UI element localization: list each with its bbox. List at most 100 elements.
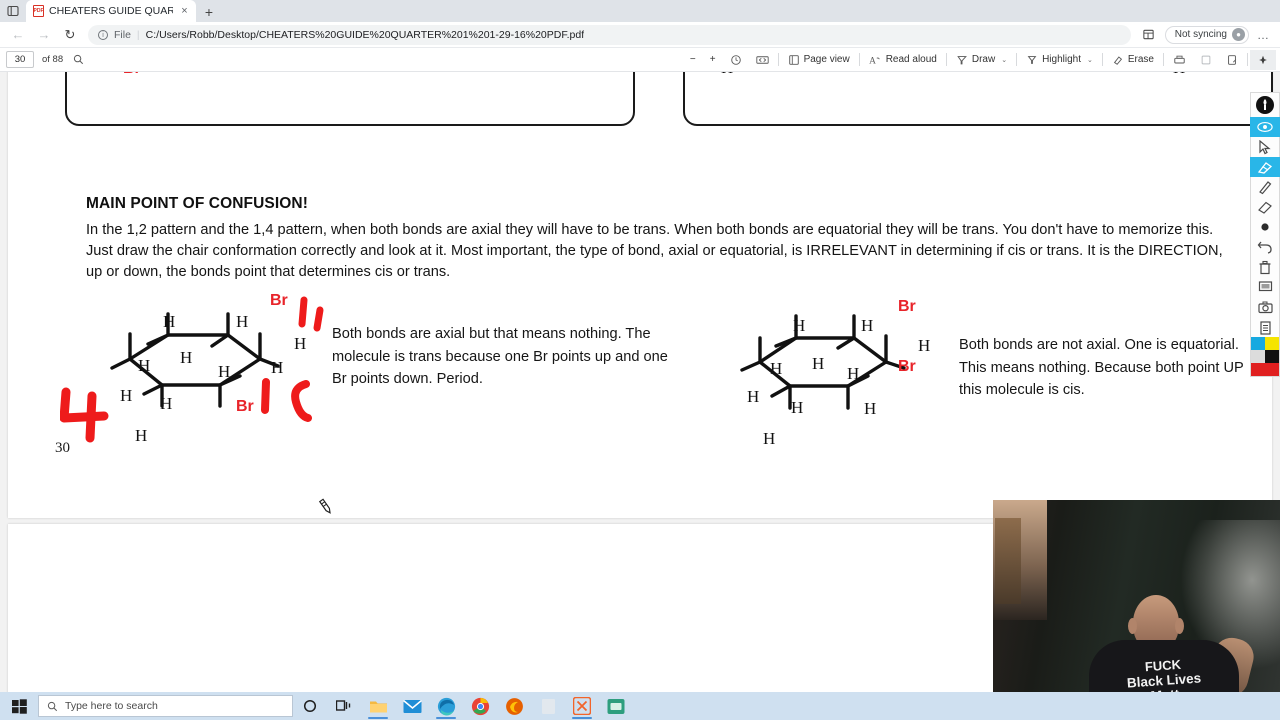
swatch-white[interactable]: [1251, 350, 1265, 363]
fit-width-icon[interactable]: [749, 50, 776, 70]
url-text: C:/Users/Robb/Desktop/CHEATERS%20GUIDE%2…: [145, 28, 585, 41]
swatch-yellow[interactable]: [1265, 337, 1279, 350]
toolbar-divider: [1247, 53, 1248, 66]
swatch-red[interactable]: [1251, 363, 1265, 376]
toolbar-divider: [777, 53, 779, 66]
epic-pen-logo[interactable]: [1250, 93, 1280, 117]
scheme-label: File: [114, 28, 131, 41]
whiteboard-icon[interactable]: [1250, 277, 1280, 297]
chem-box-right: H H H H H H Br tied for middle stability: [683, 72, 1273, 126]
swatch-black[interactable]: [1265, 350, 1279, 363]
atom-label-h: H: [271, 358, 284, 377]
new-tab-button[interactable]: +: [196, 4, 222, 22]
webcam-person-ear-left: [1128, 618, 1137, 634]
zoom-in-button[interactable]: +: [703, 50, 723, 70]
atom-label-h: H: [721, 72, 733, 78]
taskbar-app-mail[interactable]: [395, 692, 429, 720]
taskbar-app-recorder[interactable]: [599, 692, 633, 720]
address-bar[interactable]: i File | C:/Users/Robb/Desktop/CHEATERS%…: [88, 24, 1131, 45]
omnibox-separator: |: [136, 28, 140, 41]
profile-button[interactable]: Not syncing ●: [1164, 25, 1249, 44]
collections-icon[interactable]: [1137, 24, 1161, 46]
atom-label-h: H: [763, 429, 776, 448]
rotate-icon[interactable]: [723, 50, 749, 70]
app-running-indicator: [436, 717, 456, 719]
color-swatches[interactable]: [1251, 337, 1279, 376]
back-button[interactable]: ←: [6, 24, 30, 46]
swatch-cyan[interactable]: [1251, 337, 1265, 350]
erase-button[interactable]: Erase: [1105, 50, 1161, 70]
sync-status-label: Not syncing: [1174, 29, 1227, 40]
toolbar-divider: [1163, 53, 1164, 66]
navbar-right-controls: Not syncing ● …: [1137, 24, 1274, 46]
print-icon[interactable]: [1166, 50, 1193, 70]
atom-label-br-right: Br: [898, 358, 916, 375]
task-view-icon[interactable]: [327, 692, 361, 720]
windows-start-icon[interactable]: [0, 692, 38, 720]
read-aloud-button[interactable]: A Read aloud: [862, 50, 944, 70]
pin-icon[interactable]: [1250, 49, 1276, 70]
browser-tabstrip: PDF CHEATERS GUIDE QUARTER 1 × +: [0, 0, 1280, 22]
tab-search-icon[interactable]: [0, 0, 26, 22]
trash-icon[interactable]: [1250, 257, 1280, 277]
zoom-out-button[interactable]: −: [683, 50, 703, 70]
atom-label-h: H: [294, 334, 307, 353]
cortana-icon[interactable]: [293, 692, 327, 720]
atom-label-h: H: [135, 426, 148, 445]
atom-label-br-top: Br: [898, 298, 916, 315]
highlight-button[interactable]: Highlight ⌄: [1019, 50, 1100, 70]
taskbar-app-store[interactable]: [531, 692, 565, 720]
page-view-button[interactable]: Page view: [781, 50, 857, 70]
atom-label-h: H: [236, 312, 249, 331]
site-info-icon[interactable]: i: [98, 29, 108, 40]
webcam-overlay[interactable]: FUCK Black Lives Matt: [993, 500, 1280, 692]
reload-button[interactable]: ↻: [58, 24, 82, 46]
eraser-icon[interactable]: [1250, 197, 1280, 217]
avatar: ●: [1232, 28, 1245, 41]
atom-label-h: H: [847, 364, 860, 383]
atom-label-h: H: [791, 398, 804, 417]
atom-label-h: H: [163, 312, 176, 331]
browser-menu-button[interactable]: …: [1253, 28, 1274, 42]
atom-label-h: H: [160, 394, 173, 413]
atom-label-h: H: [180, 348, 193, 367]
page-number-input[interactable]: 30: [6, 51, 34, 68]
search-icon: [47, 701, 58, 711]
visibility-icon[interactable]: [1250, 117, 1280, 137]
tab-close-icon[interactable]: ×: [178, 5, 191, 17]
main-point-paragraph: In the 1,2 pattern and the 1,4 pattern, …: [86, 222, 1223, 281]
screenshot-icon[interactable]: [1250, 297, 1280, 317]
taskbar-app-edge[interactable]: [429, 692, 463, 720]
taskbar-app-firefox[interactable]: [497, 692, 531, 720]
chevron-down-icon[interactable]: ⌄: [1087, 56, 1093, 64]
draw-button[interactable]: Draw ⌄: [949, 50, 1014, 70]
page-heading: MAIN POINT OF CONFUSION!: [86, 195, 308, 212]
highlight-label: Highlight: [1042, 54, 1081, 65]
toolbar-divider: [1101, 53, 1103, 66]
printed-page-number: 30: [55, 440, 70, 453]
dot-size-icon[interactable]: [1250, 217, 1280, 237]
clipboard-icon[interactable]: [1250, 317, 1280, 337]
taskbar-search-input[interactable]: Type here to search: [38, 695, 293, 717]
chevron-down-icon[interactable]: ⌄: [1001, 56, 1007, 64]
forward-button[interactable]: →: [32, 24, 56, 46]
cursor-arrow-icon[interactable]: [1250, 137, 1280, 157]
browser-tab[interactable]: PDF CHEATERS GUIDE QUARTER 1 ×: [26, 0, 196, 22]
pen-icon[interactable]: [1250, 177, 1280, 197]
pdf-page-30: H H H H Br H H H H H H H: [8, 72, 1273, 518]
mouse-cursor: [318, 498, 331, 514]
undo-icon[interactable]: [1250, 237, 1280, 257]
save-icon[interactable]: [1193, 50, 1219, 70]
page-count-label: of 88: [42, 54, 64, 65]
toolbar-divider: [1016, 53, 1018, 66]
swatch-red-2[interactable]: [1265, 363, 1279, 376]
taskbar-app-chrome[interactable]: [463, 692, 497, 720]
highlighter-icon[interactable]: [1250, 157, 1280, 177]
add-notes-icon[interactable]: [1219, 50, 1245, 70]
taskbar-app-epic-pen[interactable]: [565, 692, 599, 720]
search-icon[interactable]: [73, 54, 84, 65]
taskbar-app-file-explorer[interactable]: [361, 692, 395, 720]
page-view-label: Page view: [803, 54, 850, 65]
toolbar-divider: [858, 53, 860, 66]
atom-label-h: H: [770, 359, 783, 378]
